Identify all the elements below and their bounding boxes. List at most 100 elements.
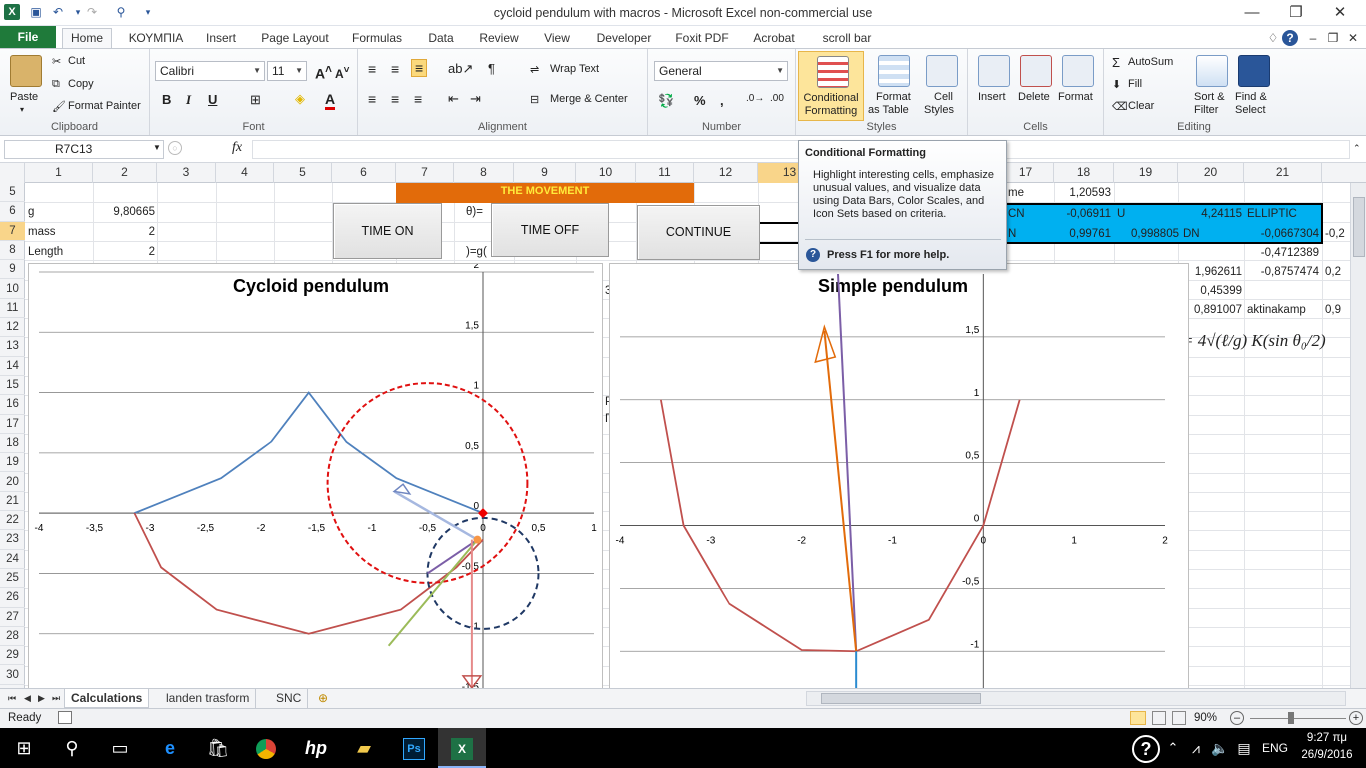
- merge-center-button[interactable]: Merge & Center: [550, 93, 628, 105]
- align-left-icon[interactable]: ≡: [368, 91, 376, 107]
- row-header[interactable]: 10: [0, 280, 25, 299]
- column-header[interactable]: 4: [216, 163, 274, 183]
- format-as-table-icon[interactable]: [878, 55, 910, 87]
- row-header[interactable]: 14: [0, 357, 25, 376]
- format-as-table-label-2[interactable]: as Table: [868, 104, 909, 116]
- copy-icon[interactable]: ⧉: [52, 78, 60, 91]
- tab-data[interactable]: Data: [420, 29, 462, 48]
- horizontal-scroll-thumb[interactable]: [821, 693, 981, 704]
- sort-filter-icon[interactable]: [1196, 55, 1228, 87]
- time-on-button[interactable]: TIME ON: [333, 203, 442, 259]
- row-header[interactable]: 28: [0, 627, 25, 647]
- file-explorer-icon[interactable]: ▰: [340, 728, 388, 768]
- align-middle-icon[interactable]: ≡: [391, 61, 399, 77]
- currency-icon[interactable]: 💱: [658, 93, 674, 109]
- store-icon[interactable]: 🛍: [194, 728, 242, 768]
- format-as-table-label-1[interactable]: Format: [876, 91, 911, 103]
- column-header[interactable]: 20: [1178, 163, 1244, 183]
- doc-restore-icon[interactable]: ❐: [1325, 29, 1341, 48]
- text-direction-icon[interactable]: ¶: [488, 61, 495, 76]
- wrap-text-icon[interactable]: ⇌: [530, 63, 539, 76]
- row-header[interactable]: 25: [0, 569, 25, 589]
- sheet-tab-landen[interactable]: landen trasform: [160, 689, 257, 708]
- sort-filter-label-1[interactable]: Sort &: [1194, 91, 1225, 103]
- paste-icon[interactable]: [10, 55, 42, 87]
- simple-pendulum-chart[interactable]: 1,5 1 0,5 0 -0,5 -1 -4 -3 -2 -1 0 1 2 Simple pendulum: [609, 263, 1189, 688]
- column-header[interactable]: 10: [576, 163, 636, 183]
- tab-insert[interactable]: Insert: [198, 29, 244, 48]
- action-center-icon[interactable]: ▤: [1232, 728, 1256, 768]
- comma-icon[interactable]: ,: [720, 93, 724, 108]
- column-header[interactable]: 9: [514, 163, 576, 183]
- row-header[interactable]: 23: [0, 530, 25, 550]
- row-header[interactable]: 24: [0, 550, 25, 569]
- percent-icon[interactable]: %: [694, 93, 706, 108]
- paste-dropdown-icon[interactable]: ▾: [20, 105, 24, 114]
- page-break-view-icon[interactable]: [1172, 711, 1186, 725]
- task-view-icon[interactable]: ▭: [96, 728, 144, 768]
- tray-chevron-icon[interactable]: ⌃: [1162, 728, 1184, 768]
- fill-button[interactable]: Fill: [1128, 78, 1142, 90]
- network-icon[interactable]: ⩘: [1184, 728, 1208, 768]
- chrome-icon[interactable]: [242, 728, 290, 768]
- search-icon[interactable]: ⚲: [48, 728, 96, 768]
- zoom-in-icon[interactable]: +: [1349, 711, 1363, 725]
- row-header[interactable]: 27: [0, 608, 25, 627]
- name-box[interactable]: R7C13: [4, 140, 164, 159]
- cycloid-chart[interactable]: 21,510,50-0,5-1-1,5-4-3,5-3-2,5-2-1,5-1-…: [28, 263, 603, 688]
- column-header[interactable]: 19: [1114, 163, 1178, 183]
- cut-button[interactable]: Cut: [68, 55, 85, 67]
- font-name-select[interactable]: Calibri ▼: [155, 61, 265, 81]
- cell-styles-icon[interactable]: [926, 55, 958, 87]
- font-color-icon[interactable]: A: [325, 91, 336, 110]
- row-header[interactable]: 18: [0, 434, 25, 454]
- font-size-select[interactable]: 11 ▼: [267, 61, 307, 81]
- name-box-dropdown-icon[interactable]: ▼: [153, 143, 161, 152]
- row-header[interactable]: 17: [0, 415, 25, 434]
- wrap-text-button[interactable]: Wrap Text: [550, 63, 599, 75]
- zoom-slider-thumb[interactable]: [1288, 712, 1294, 724]
- grow-font-icon[interactable]: A˄: [315, 63, 332, 82]
- row-header[interactable]: 5: [0, 183, 25, 203]
- windows-start-icon[interactable]: ⊞: [0, 728, 48, 768]
- fill-color-icon[interactable]: ◈: [295, 91, 305, 107]
- tab-developer[interactable]: Developer: [590, 29, 658, 48]
- row-header[interactable]: 7: [0, 221, 25, 241]
- horizontal-scrollbar[interactable]: [806, 691, 1346, 706]
- align-right-icon[interactable]: ≡: [414, 91, 422, 107]
- align-top-icon[interactable]: ≡: [368, 61, 376, 77]
- column-header[interactable]: 11: [636, 163, 694, 183]
- column-header[interactable]: 6: [332, 163, 396, 183]
- increase-indent-icon[interactable]: ⇥: [470, 91, 481, 107]
- column-header[interactable]: 21: [1244, 163, 1322, 183]
- column-header[interactable]: 12: [694, 163, 758, 183]
- decrease-decimal-icon[interactable]: .00: [770, 93, 784, 104]
- minimize-ribbon-icon[interactable]: ♢: [1265, 29, 1281, 48]
- excel-taskbar-icon[interactable]: X: [438, 728, 486, 768]
- row-header[interactable]: 6: [0, 202, 25, 222]
- zoom-slider[interactable]: [1250, 718, 1346, 719]
- column-header[interactable]: 8: [454, 163, 514, 183]
- format-button[interactable]: Format: [1058, 91, 1093, 103]
- row-header[interactable]: 16: [0, 395, 25, 415]
- worksheet-grid[interactable]: THE MOVEMENT g 9,80665 mass 2 Length 2 θ…: [25, 183, 1350, 688]
- macro-record-icon[interactable]: [58, 711, 72, 724]
- column-header[interactable]: 5: [274, 163, 332, 183]
- edge-icon[interactable]: e: [146, 728, 194, 768]
- zoom-level[interactable]: 90%: [1194, 712, 1217, 724]
- find-select-icon[interactable]: [1238, 55, 1270, 87]
- fill-icon[interactable]: ⬇: [1112, 78, 1121, 91]
- row-header[interactable]: 22: [0, 511, 25, 531]
- clear-button[interactable]: Clear: [1128, 100, 1154, 112]
- tab-foxit-pdf[interactable]: Foxit PDF: [670, 29, 734, 48]
- row-header[interactable]: 30: [0, 666, 25, 685]
- column-header[interactable]: 18: [1054, 163, 1114, 183]
- delete-cells-icon[interactable]: [1020, 55, 1052, 87]
- increase-decimal-icon[interactable]: .0→: [746, 93, 764, 104]
- doc-minimize-icon[interactable]: –: [1305, 29, 1321, 48]
- paste-button[interactable]: Paste: [10, 91, 38, 103]
- delete-button[interactable]: Delete: [1018, 91, 1050, 103]
- language-indicator[interactable]: ENG: [1258, 728, 1292, 768]
- help-icon[interactable]: ?: [1282, 30, 1298, 46]
- clock-time[interactable]: 9:27 πμ: [1296, 732, 1358, 744]
